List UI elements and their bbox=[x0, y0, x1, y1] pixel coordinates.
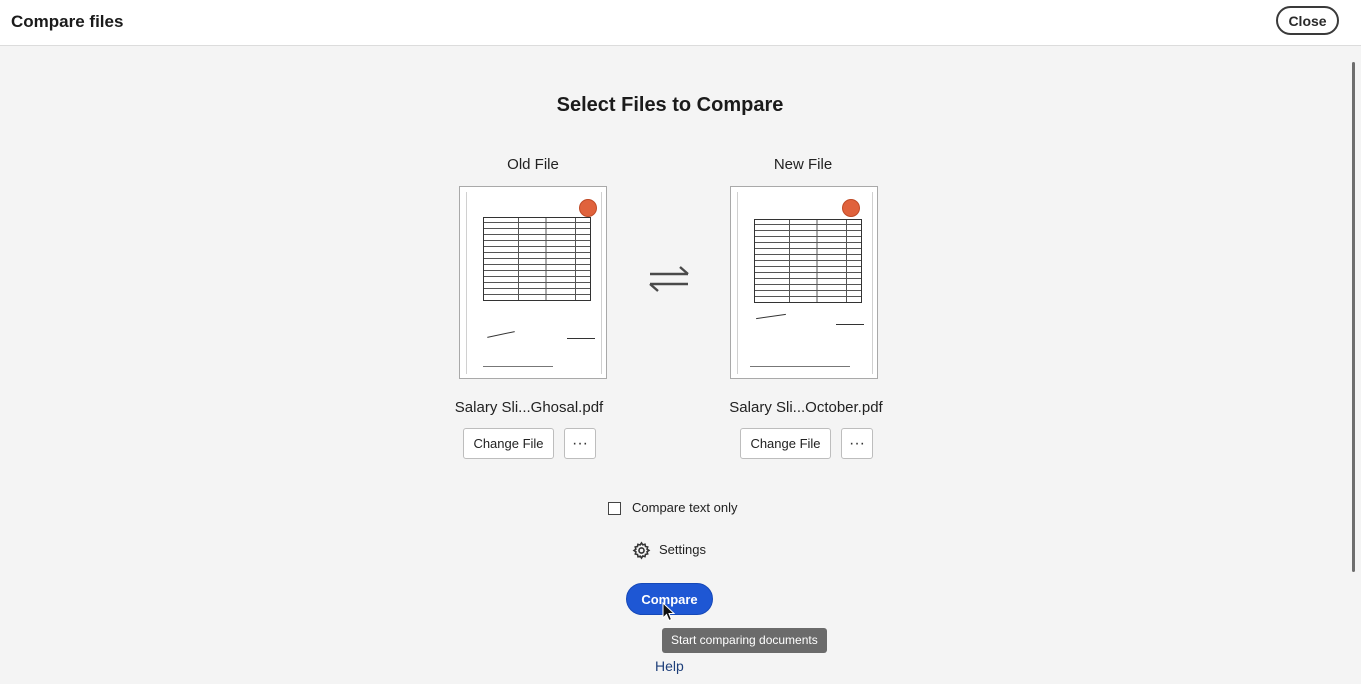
signature-line bbox=[567, 338, 595, 339]
mouse-pointer-icon bbox=[662, 602, 676, 622]
old-file-label: Old File bbox=[507, 156, 559, 173]
new-more-options-button[interactable]: ··· bbox=[841, 428, 873, 459]
new-file-label: New File bbox=[773, 156, 833, 173]
document-page-preview bbox=[466, 192, 602, 374]
page-heading: Select Files to Compare bbox=[556, 94, 784, 116]
new-file-name: Salary Sli...October.pdf bbox=[729, 399, 883, 416]
footer-line bbox=[750, 366, 850, 367]
scrollbar-thumb[interactable] bbox=[1352, 62, 1355, 572]
salary-table-preview bbox=[483, 217, 591, 301]
compare-text-only-label[interactable]: Compare text only bbox=[632, 500, 738, 515]
old-file-thumbnail[interactable] bbox=[459, 186, 607, 379]
compare-text-only-checkbox[interactable] bbox=[608, 502, 621, 515]
signature-mark bbox=[487, 331, 515, 338]
footer-line bbox=[483, 366, 553, 367]
new-change-file-button[interactable]: Change File bbox=[740, 428, 831, 459]
company-logo-icon bbox=[842, 199, 860, 217]
signature-line bbox=[836, 324, 864, 325]
company-logo-icon bbox=[579, 199, 597, 217]
compare-tooltip: Start comparing documents bbox=[662, 628, 827, 653]
old-file-name: Salary Sli...Ghosal.pdf bbox=[454, 399, 604, 416]
signature-mark bbox=[756, 313, 786, 320]
old-change-file-button[interactable]: Change File bbox=[463, 428, 554, 459]
swap-arrows-icon[interactable] bbox=[646, 265, 692, 293]
help-link[interactable]: Help bbox=[655, 658, 684, 674]
document-page-preview bbox=[737, 192, 873, 374]
old-more-options-button[interactable]: ··· bbox=[564, 428, 596, 459]
dialog-title: Compare files bbox=[11, 12, 124, 31]
gear-icon[interactable] bbox=[632, 541, 651, 560]
salary-table-preview bbox=[754, 219, 862, 303]
close-button[interactable]: Close bbox=[1276, 6, 1339, 35]
settings-link[interactable]: Settings bbox=[659, 542, 706, 557]
title-bar: Compare files Close bbox=[0, 0, 1361, 46]
new-file-thumbnail[interactable] bbox=[730, 186, 878, 379]
